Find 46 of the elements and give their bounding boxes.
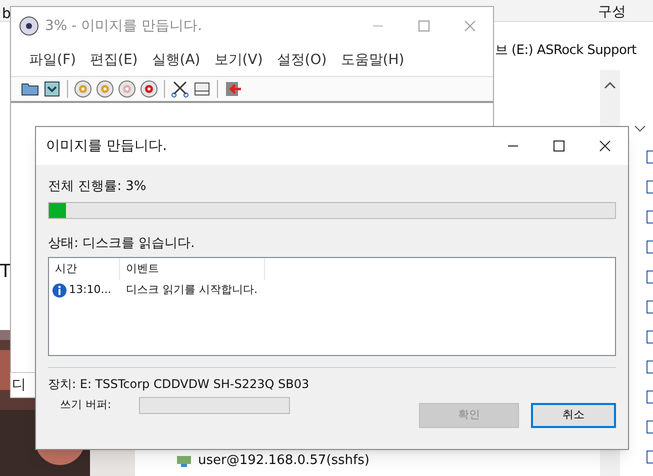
window-title: 3% - 이미지를 만듭니다.	[45, 16, 202, 36]
checkbox-icon[interactable]	[646, 150, 653, 164]
checkbox-icon[interactable]	[646, 420, 653, 434]
scroll-up-icon[interactable]	[604, 80, 616, 90]
menu-item[interactable]: 실행(A)	[152, 50, 200, 71]
checkbox-icon[interactable]	[646, 360, 653, 374]
menu-item[interactable]: 보기(V)	[214, 50, 263, 71]
column-header[interactable]: 구성	[598, 2, 626, 23]
window-text: 디	[12, 376, 26, 395]
table-cell-text: 디스크 읽기를 시작합니다.	[125, 282, 258, 298]
column-header[interactable]: 시간	[49, 258, 120, 280]
scissors-icon[interactable]	[171, 80, 189, 98]
menu-item[interactable]: 도움말(H)	[340, 50, 404, 71]
chevron-down-icon[interactable]	[634, 124, 646, 134]
checkbox-icon[interactable]	[646, 180, 653, 194]
window-text: b	[2, 5, 11, 24]
address-text: 브 (E:) ASRock Support	[495, 42, 636, 60]
checkbox-icon[interactable]	[646, 300, 653, 314]
column-header[interactable]: 이벤트	[120, 258, 265, 280]
info-icon	[52, 282, 67, 298]
device-text: 장치: E: TSSTcorp CDDVDW SH-S223Q SB03	[48, 376, 310, 393]
checkbox-icon[interactable]	[646, 270, 653, 284]
network-drive-icon	[176, 454, 192, 468]
window-text: T	[0, 260, 11, 284]
disc-icon[interactable]	[118, 80, 136, 98]
checkbox-icon[interactable]	[646, 330, 653, 344]
buffer-label: 쓰기 버퍼:	[59, 397, 112, 414]
menu-item[interactable]: 파일(F)	[29, 50, 76, 71]
disc-icon[interactable]	[96, 80, 114, 98]
checkbox-icon[interactable]	[646, 210, 653, 224]
tree-item[interactable]: user@192.168.0.57(sshfs)	[198, 453, 370, 469]
dialog-title: 이미지를 만듭니다.	[46, 136, 167, 156]
menu-item[interactable]: 편집(E)	[90, 50, 138, 71]
progress-label: 전체 진행률: 3%	[48, 178, 148, 196]
exit-icon[interactable]	[224, 80, 242, 98]
dialog-button[interactable]: 취소	[531, 403, 616, 428]
table-cell-text: 13:10...	[69, 282, 112, 298]
disc-icon[interactable]	[140, 80, 158, 98]
checkbox-icon[interactable]	[646, 240, 653, 254]
checkbox-icon[interactable]	[646, 450, 653, 464]
checkbox-icon[interactable]	[646, 390, 653, 404]
disc-icon[interactable]	[74, 80, 92, 98]
tray-icon[interactable]	[193, 80, 211, 98]
status-text: 상태: 디스크를 읽습니다.	[48, 234, 196, 252]
menu-item[interactable]: 설정(O)	[276, 50, 327, 71]
disc-icon	[19, 16, 39, 36]
